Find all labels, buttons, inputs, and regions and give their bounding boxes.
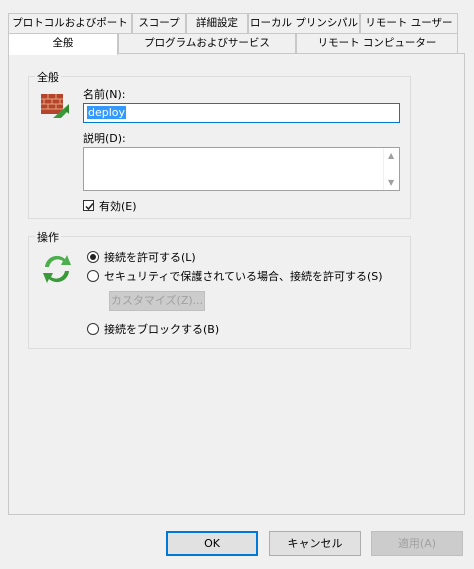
action-group-title: 操作	[35, 229, 61, 245]
name-label: 名前(N):	[83, 88, 126, 101]
tab-row-top: プロトコルおよびポート スコープ 詳細設定 ローカル プリンシパル リモート ユ…	[8, 13, 458, 33]
action-arrows-icon	[43, 255, 71, 283]
block-connection-label[interactable]: 接続をブロックする(B)	[104, 321, 219, 337]
general-group: 全般 名前(N): deploy 説明(D): ▲ ▼ 有効(E)	[28, 69, 411, 219]
enabled-label[interactable]: 有効(E)	[99, 198, 137, 214]
tab-row-bottom: 全般 プログラムおよびサービス リモート コンピューター	[8, 33, 458, 55]
description-label: 説明(D):	[83, 132, 126, 145]
ok-button[interactable]: OK	[166, 531, 258, 556]
tab-scope[interactable]: スコープ	[132, 13, 186, 33]
allow-connection-radio[interactable]	[87, 251, 99, 263]
scroll-down-icon[interactable]: ▼	[388, 178, 394, 187]
tab-local-principals[interactable]: ローカル プリンシパル	[248, 13, 360, 33]
cancel-button[interactable]: キャンセル	[269, 531, 361, 556]
general-group-title: 全般	[35, 69, 61, 85]
tab-advanced[interactable]: 詳細設定	[186, 13, 248, 33]
allow-secure-radio[interactable]	[87, 270, 99, 282]
tab-programs-services[interactable]: プログラムおよびサービス	[118, 33, 296, 53]
block-connection-radio[interactable]	[87, 323, 99, 335]
firewall-rule-icon	[41, 94, 69, 118]
name-input-value: deploy	[87, 106, 127, 119]
description-scrollbar[interactable]: ▲ ▼	[383, 148, 399, 190]
action-group: 操作 接続を許可する(L) セキュリティで保護されている場合、接続を許可する(S…	[28, 229, 411, 349]
allow-connection-label[interactable]: 接続を許可する(L)	[104, 249, 196, 265]
checkmark-icon	[85, 203, 94, 211]
allow-secure-label[interactable]: セキュリティで保護されている場合、接続を許可する(S)	[104, 268, 383, 284]
name-input[interactable]: deploy	[83, 103, 400, 123]
tab-protocols-ports[interactable]: プロトコルおよびポート	[8, 13, 132, 33]
enabled-checkbox[interactable]	[83, 200, 94, 211]
tab-remote-computers[interactable]: リモート コンピューター	[296, 33, 458, 53]
apply-button[interactable]: 適用(A)	[371, 531, 463, 556]
tab-general[interactable]: 全般	[8, 33, 118, 55]
radio-selected-dot	[90, 254, 96, 260]
tab-remote-users[interactable]: リモート ユーザー	[360, 13, 458, 33]
scroll-up-icon[interactable]: ▲	[388, 151, 394, 160]
tab-page-general: 全般 名前(N): deploy 説明(D): ▲ ▼ 有効(E) 操作 接続を…	[8, 53, 465, 515]
customize-button[interactable]: カスタマイズ(Z)...	[109, 291, 205, 311]
description-textarea[interactable]: ▲ ▼	[83, 147, 400, 191]
